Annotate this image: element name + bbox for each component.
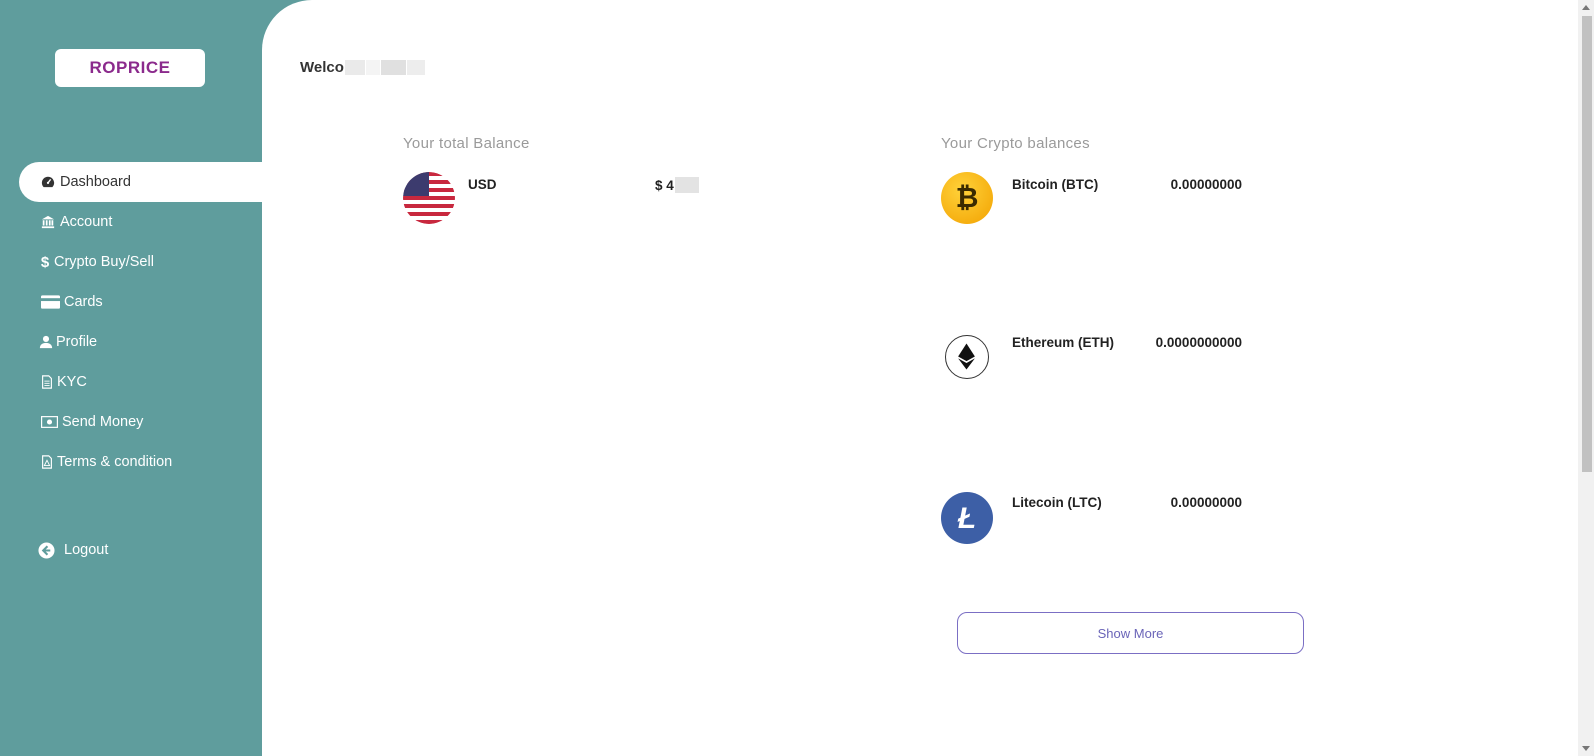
sidebar-item-dashboard[interactable]: Dashboard: [19, 162, 262, 202]
redacted-name: [365, 60, 380, 75]
sidebar-item-label: KYC: [57, 374, 87, 390]
bank-icon: [39, 215, 57, 229]
redacted-name: [406, 60, 425, 75]
crypto-name-btc: Bitcoin (BTC): [1012, 177, 1099, 192]
dashboard-icon: [39, 175, 57, 189]
logout-button[interactable]: Logout: [37, 541, 108, 559]
scroll-down-arrow-icon[interactable]: [1582, 746, 1590, 751]
sidebar: ROPRICE Dashboard Account $ Crypto Buy/S…: [0, 0, 262, 756]
bitcoin-icon: ₿: [941, 172, 993, 224]
welcome-text: Welco: [300, 59, 344, 76]
fiat-balance-value: $ 4: [655, 177, 674, 193]
sidebar-item-profile[interactable]: Profile: [0, 322, 262, 362]
ethereum-icon: [945, 335, 989, 379]
app-root: ROPRICE Dashboard Account $ Crypto Buy/S…: [0, 0, 1594, 756]
fiat-balance: $ 4: [655, 177, 699, 193]
pdf-icon: [39, 455, 54, 469]
crypto-name-eth: Ethereum (ETH): [1012, 335, 1115, 350]
show-more-button[interactable]: Show More: [957, 612, 1304, 654]
litecoin-icon: Ł: [941, 492, 993, 544]
sidebar-item-label: Cards: [64, 294, 103, 310]
document-icon: [39, 375, 54, 389]
scroll-up-arrow-icon[interactable]: [1582, 5, 1590, 10]
dollar-icon: $: [40, 253, 50, 271]
sidebar-item-kyc[interactable]: KYC: [0, 362, 262, 402]
us-flag-icon: [403, 172, 455, 224]
scroll-thumb[interactable]: [1582, 16, 1592, 472]
sidebar-item-account[interactable]: Account: [0, 202, 262, 242]
sidebar-item-label: Profile: [56, 334, 98, 350]
logout-icon: [37, 541, 55, 559]
sidebar-item-label: Crypto Buy/Sell: [54, 254, 154, 270]
welcome-message: Welco: [300, 59, 425, 76]
sidebar-item-send-money[interactable]: Send Money: [0, 402, 262, 442]
sidebar-item-label: Terms & condition: [57, 454, 173, 470]
money-icon: [39, 415, 59, 429]
sidebar-nav: Dashboard Account $ Crypto Buy/Sell Card…: [0, 162, 262, 482]
main-content: Welco Your total Balance Your Crypto bal…: [262, 0, 1578, 756]
sidebar-item-terms[interactable]: Terms & condition: [0, 442, 262, 482]
sidebar-item-crypto-buy-sell[interactable]: $ Crypto Buy/Sell: [0, 242, 262, 282]
fiat-currency-label: USD: [468, 177, 497, 192]
crypto-balance-eth: 0.0000000000: [1155, 335, 1242, 350]
redacted-name: [380, 60, 406, 75]
sidebar-item-label: Send Money: [62, 414, 144, 430]
credit-card-icon: [39, 295, 61, 309]
total-balance-title: Your total Balance: [403, 135, 530, 152]
crypto-balance-ltc: 0.00000000: [1170, 495, 1242, 510]
sidebar-item-cards[interactable]: Cards: [0, 282, 262, 322]
crypto-balances-title: Your Crypto balances: [941, 135, 1090, 152]
sidebar-item-label: Dashboard: [60, 174, 131, 190]
sidebar-item-label: Account: [60, 214, 113, 230]
redacted-amount: [674, 177, 699, 193]
svg-text:₿: ₿: [956, 182, 979, 213]
logo[interactable]: ROPRICE: [55, 49, 205, 87]
svg-text:Ł: Ł: [957, 502, 976, 535]
user-icon: [39, 335, 53, 349]
vertical-scrollbar[interactable]: [1578, 0, 1594, 756]
logo-text: ROPRICE: [89, 58, 171, 77]
logout-label: Logout: [64, 542, 109, 558]
redacted-name: [344, 60, 365, 75]
crypto-name-ltc: Litecoin (LTC): [1012, 495, 1102, 510]
crypto-balance-btc: 0.00000000: [1170, 177, 1242, 192]
